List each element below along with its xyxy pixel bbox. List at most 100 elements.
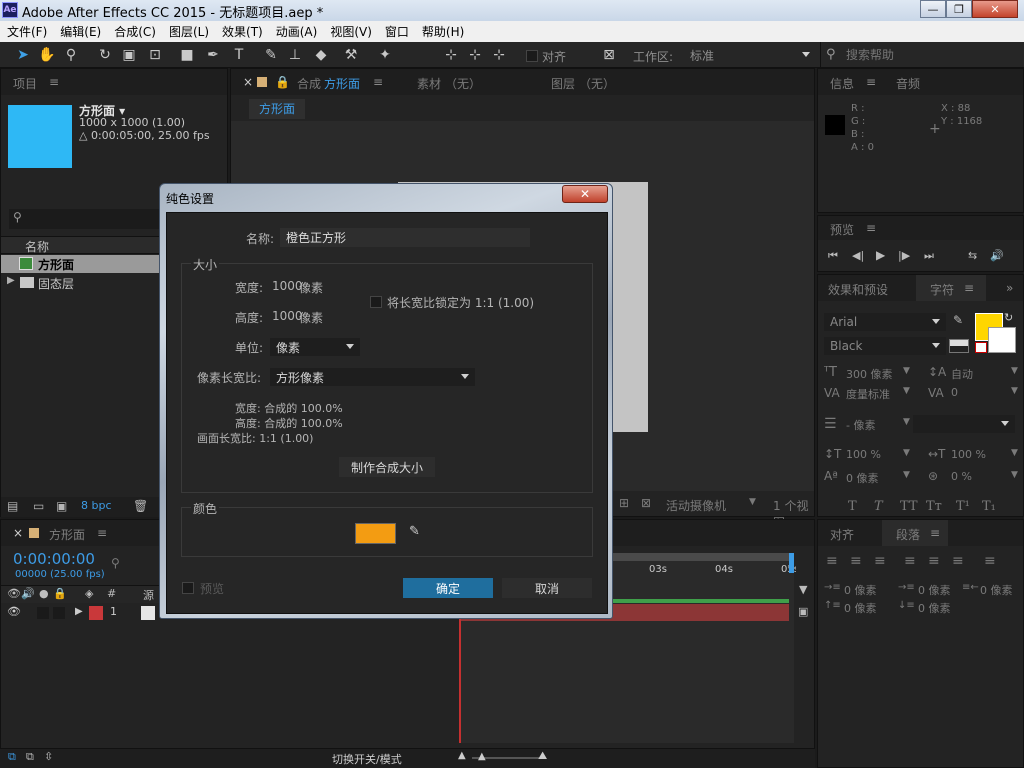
source-column[interactable]: 源 [143,587,154,603]
space-before-value[interactable]: 0 像素 [844,600,877,616]
lock-icon[interactable]: 🔒 [275,75,290,89]
solid-color-swatch[interactable] [355,523,396,544]
audio-icon[interactable]: 🔊 [990,249,1004,262]
snap-checkbox[interactable] [526,50,538,62]
chevron-down-icon[interactable]: ▼ [903,366,910,376]
baseline-shift-value[interactable]: 0 像素 [846,470,879,486]
menu-file[interactable]: 文件(F) [7,23,47,40]
panel-menu-icon[interactable]: ≡ [866,221,876,235]
comp-marker-icon[interactable]: ▼ [799,583,807,596]
units-select[interactable]: 像素 [270,338,360,356]
visibility-toggle-icon[interactable]: 👁 [7,605,21,618]
toggle-switches-modes[interactable]: 切换开关/模式 [332,751,402,767]
current-time[interactable]: 0:00:00:00 [13,550,95,568]
tab-paragraph[interactable]: 段落 [896,526,920,543]
menu-layer[interactable]: 图层(L) [169,23,209,40]
list-item[interactable]: ▶ 固态层 [1,274,159,292]
brush-tool-icon[interactable]: ✎ [262,47,280,63]
justify-all-icon[interactable]: ≡ [984,553,996,569]
black-white-icon[interactable] [949,339,969,353]
zoom-out-icon[interactable]: ▲ [458,750,466,761]
menu-window[interactable]: 窗口 [385,23,409,40]
chevron-down-icon[interactable]: ▼ [1011,386,1018,396]
tracking-value[interactable]: 0 [951,386,958,399]
loop-icon[interactable]: ⇆ [968,249,977,262]
faux-bold-icon[interactable]: T [848,499,857,514]
menu-help[interactable]: 帮助(H) [422,23,464,40]
chevron-down-icon[interactable]: ▼ [903,448,910,458]
camera-select[interactable]: 活动摄像机 [666,497,726,514]
workspace-select[interactable]: 标准 [684,46,816,64]
indent-left-value[interactable]: 0 像素 [844,582,877,598]
chevron-down-icon[interactable]: ▼ [1011,470,1018,480]
column-name[interactable]: 名称 [25,238,49,255]
tab-align[interactable]: 对齐 [830,526,854,543]
tsume-value[interactable]: 0 % [951,470,972,483]
cancel-button[interactable]: 取消 [502,578,592,598]
rotate-tool-icon[interactable]: ↻ [96,47,114,63]
tab-layer-label[interactable]: 图层 [551,75,575,92]
clone-tool-icon[interactable]: ⊥ [286,47,304,63]
last-frame-icon[interactable]: ⏭ [924,249,934,263]
eyedropper-icon[interactable]: ✎ [953,313,963,327]
indent-first-value[interactable]: 0 像素 [918,582,951,598]
font-family-select[interactable]: Arial [824,313,946,331]
preview-checkbox[interactable] [182,582,194,594]
menu-view[interactable]: 视图(V) [330,23,372,40]
lock-column-icon[interactable]: 🔒 [53,587,67,600]
layer-label-color[interactable] [89,606,103,620]
selection-tool-icon[interactable]: ➤ [14,47,32,63]
subscript-icon[interactable]: T₁ [982,499,996,514]
chevron-down-icon[interactable]: ▼ [1011,448,1018,458]
camera-tool-icon[interactable]: ▣ [120,47,138,63]
indent-right-value[interactable]: 0 像素 [980,582,1013,598]
tab-preview[interactable]: 预览 [830,221,854,238]
close-tab-icon[interactable]: × [243,75,253,89]
panel-menu-icon[interactable]: ≡ [866,75,876,89]
roto-brush-icon[interactable]: ⚒ [342,47,360,63]
tab-audio[interactable]: 音频 [896,75,920,92]
in-out-controls-icon[interactable]: ⇳ [44,750,53,763]
tab-comp-value[interactable]: 方形面 [324,75,360,92]
tab-character[interactable]: 字符 [930,281,954,298]
world-axis-icon[interactable]: ⊹ [466,47,484,63]
graph-editor-icon[interactable]: ▣ [798,605,808,618]
first-frame-icon[interactable]: ⏮ [828,249,838,263]
expand-triangle-icon[interactable]: ▶ [7,275,15,286]
tab-project[interactable]: 项目 [13,75,37,92]
chevron-down-icon[interactable]: ▼ [749,497,756,507]
pixel-aspect-select[interactable]: 方形像素 [270,368,475,386]
dialog-close-button[interactable]: ✕ [562,185,608,203]
chevron-down-icon[interactable]: ▼ [1011,366,1018,376]
label-column-icon[interactable]: ◈ [85,587,93,600]
search-icon[interactable]: ⚲ [111,556,120,570]
overflow-icon[interactable]: » [1006,281,1013,295]
align-center-icon[interactable]: ≡ [850,553,862,569]
panel-menu-icon[interactable]: ≡ [964,281,974,295]
horizontal-scale-value[interactable]: 100 % [951,448,986,461]
interpret-footage-icon[interactable]: ▤ [7,499,18,513]
view-axis-icon[interactable]: ⊹ [490,47,508,63]
lock-aspect-checkbox[interactable] [370,296,382,308]
search-help-input[interactable] [846,46,1016,64]
stroke-color-swatch[interactable] [988,327,1016,353]
zoom-slider-thumb[interactable]: ▲ [478,751,486,762]
next-frame-icon[interactable]: |▶ [898,249,910,262]
justify-right-icon[interactable]: ≡ [952,553,964,569]
all-caps-icon[interactable]: TT [900,499,918,514]
align-left-icon[interactable]: ≡ [826,553,838,569]
tab-effects-presets[interactable]: 效果和预设 [828,281,888,298]
justify-center-icon[interactable]: ≡ [928,553,940,569]
leading-value[interactable]: 自动 [951,366,973,382]
width-value[interactable]: 1000 [272,279,303,293]
visibility-column-icon[interactable]: 👁 [7,587,21,600]
expand-triangle-icon[interactable]: ▶ [75,606,83,617]
minimize-button[interactable]: — [920,0,946,18]
panel-menu-icon[interactable]: ≡ [97,526,107,540]
new-folder-icon[interactable]: ▭ [33,499,44,513]
chevron-down-icon[interactable]: ▼ [903,417,910,427]
panel-menu-icon[interactable]: ≡ [930,526,940,540]
puppet-tool-icon[interactable]: ✦ [376,47,394,63]
solid-name-input[interactable] [280,228,530,247]
transparency-grid-icon[interactable]: ⊞ [619,496,629,510]
